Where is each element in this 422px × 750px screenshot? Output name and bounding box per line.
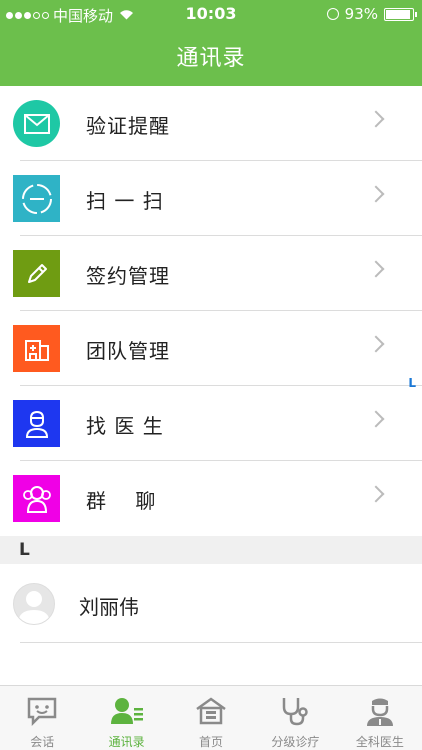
stethoscope-icon — [278, 694, 312, 728]
menu-item-group-chat[interactable]: 群 聊 — [0, 461, 422, 536]
battery-percent: 93% — [344, 5, 378, 23]
chevron-right-icon — [367, 335, 385, 353]
menu-item-label: 群 聊 — [86, 489, 157, 513]
tab-label: 通讯录 — [108, 735, 145, 749]
status-bar: 中国移动 10:03 93% — [0, 0, 422, 28]
doctor-icon — [13, 400, 60, 447]
header: 中国移动 10:03 93% 通讯录 — [0, 0, 422, 86]
menu-item-label: 扫 一 扫 — [86, 189, 164, 213]
alphabet-index-letter[interactable]: L — [408, 376, 416, 390]
menu-item-verification[interactable]: 验证提醒 — [0, 86, 422, 161]
menu-item-team[interactable]: 团队管理 — [0, 311, 422, 386]
page-title: 通讯录 — [176, 46, 246, 71]
tab-general-doctor[interactable]: 全科医生 — [338, 686, 422, 750]
tab-label: 会话 — [30, 735, 55, 749]
group-icon — [13, 475, 60, 522]
menu-item-scan[interactable]: 扫 一 扫 — [0, 161, 422, 236]
menu-item-label: 验证提醒 — [86, 114, 170, 138]
chevron-right-icon — [367, 260, 385, 278]
tab-bar: 会话 通讯录 首页 分级诊疗 全科医生 — [0, 685, 422, 750]
menu-item-find-doctor[interactable]: 找 医 生 — [0, 386, 422, 461]
nurse-icon — [363, 694, 397, 728]
chat-icon — [25, 694, 59, 728]
tab-chat[interactable]: 会话 — [0, 686, 84, 750]
alarm-icon — [326, 8, 339, 20]
tab-label: 首页 — [199, 735, 224, 749]
chevron-right-icon — [367, 110, 385, 128]
contact-row[interactable]: 刘丽伟 — [0, 565, 422, 643]
hospital-icon — [13, 325, 60, 372]
scan-icon — [13, 175, 60, 222]
contact-name: 刘丽伟 — [79, 595, 139, 619]
menu-item-label: 找 医 生 — [86, 414, 164, 438]
chevron-right-icon — [367, 485, 385, 503]
envelope-icon — [13, 100, 60, 147]
avatar — [13, 583, 55, 625]
chevron-right-icon — [367, 185, 385, 203]
tab-contacts[interactable]: 通讯录 — [84, 686, 168, 750]
section-letter: L — [19, 540, 30, 560]
menu-item-label: 团队管理 — [86, 339, 170, 363]
tab-label: 分级诊疗 — [271, 735, 320, 749]
battery-icon — [384, 7, 417, 21]
feature-menu: 验证提醒 扫 一 扫 签约管理 团队管理 找 医 生 群 聊 — [0, 86, 422, 536]
menu-item-label: 签约管理 — [86, 264, 170, 288]
contacts-icon — [110, 694, 144, 728]
tab-home[interactable]: 首页 — [169, 686, 253, 750]
section-header: L — [0, 536, 422, 564]
home-icon — [194, 694, 228, 728]
pen-icon — [13, 250, 60, 297]
chevron-right-icon — [367, 410, 385, 428]
menu-item-contract[interactable]: 签约管理 — [0, 236, 422, 311]
tab-referral[interactable]: 分级诊疗 — [253, 686, 337, 750]
tab-label: 全科医生 — [355, 735, 404, 749]
